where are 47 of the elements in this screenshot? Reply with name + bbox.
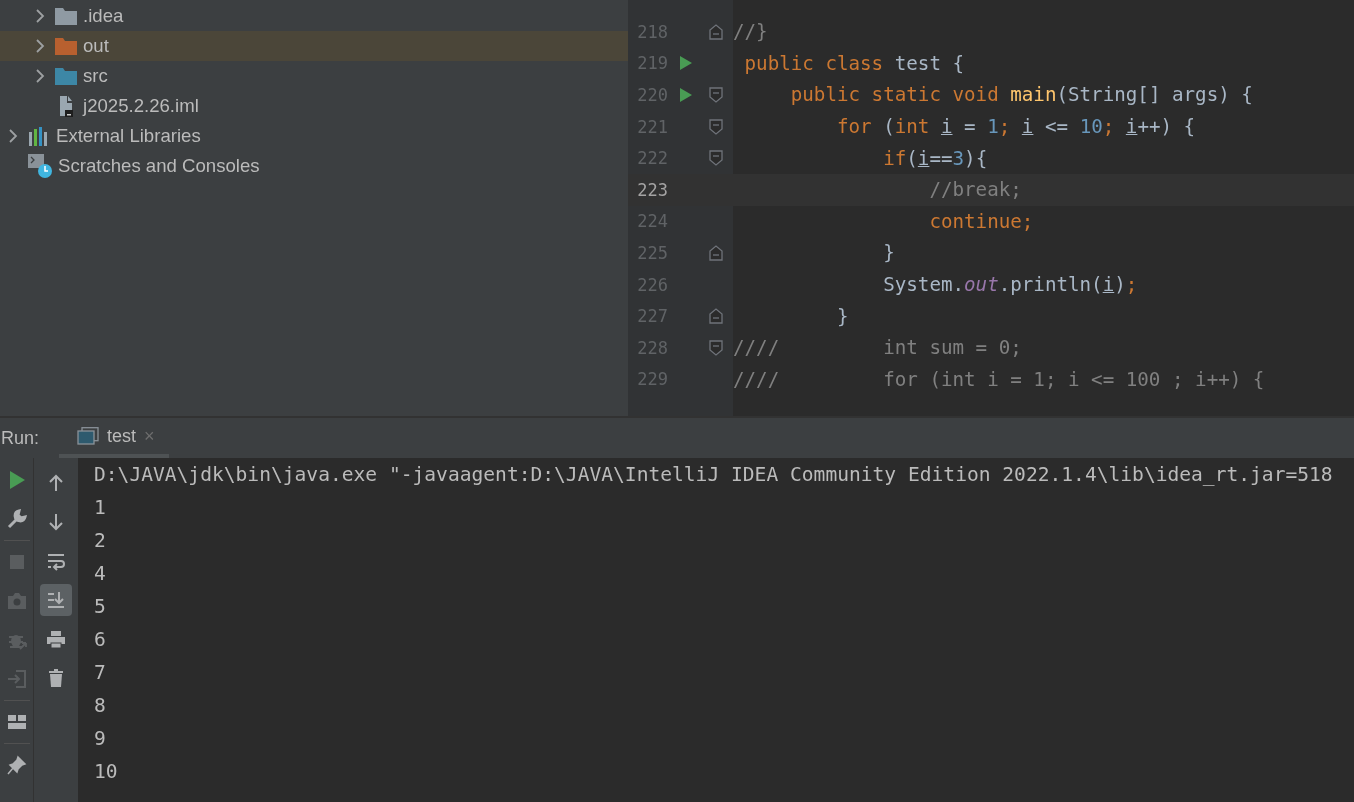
tree-item[interactable]: External Libraries <box>0 121 628 151</box>
run-icon[interactable] <box>680 88 692 102</box>
fold-icon[interactable] <box>709 118 723 135</box>
code-line: System.out.println(i); <box>882 273 1138 297</box>
console-icon <box>77 427 100 445</box>
code-line: //break; <box>928 178 1022 202</box>
fold-icon[interactable] <box>709 150 723 167</box>
code-line: public class test { <box>743 51 965 75</box>
code-line: //// int sum = 0; <box>733 336 1022 360</box>
pin-icon[interactable] <box>6 755 27 775</box>
code-line: if(i==3){ <box>882 146 988 170</box>
code-line: } <box>835 304 849 328</box>
code-line: } <box>882 241 895 265</box>
output-line: 10 <box>94 759 119 785</box>
layout-icon[interactable] <box>6 712 27 732</box>
code-line: //// for (int i = 1; i <= 100 ; i++) { <box>733 367 1265 391</box>
output-line: 4 <box>94 561 107 587</box>
output-line: 5 <box>94 594 107 620</box>
tree-item[interactable]: Scratches and Consoles <box>0 151 628 181</box>
libraries-icon <box>28 126 50 146</box>
output-line: 1 <box>94 495 107 521</box>
output-line: 9 <box>94 726 107 752</box>
chevron-icon[interactable] <box>8 129 18 143</box>
output-line: 7 <box>94 660 107 686</box>
tree-item[interactable]: j2025.2.26.iml <box>0 91 628 121</box>
wrench-icon[interactable] <box>6 509 27 529</box>
output-line: 8 <box>94 693 107 719</box>
run-icon[interactable] <box>680 56 692 71</box>
tree-item[interactable]: .idea <box>0 1 628 31</box>
output-line: 6 <box>94 627 107 653</box>
line-number: 223 <box>636 179 668 200</box>
chevron-icon[interactable] <box>35 69 45 83</box>
tree-item[interactable]: out <box>0 31 628 61</box>
tree-item[interactable]: src <box>0 61 628 91</box>
output-line: D:\JAVA\jdk\bin\java.exe "-javaagent:D:\JAVA\IntelliJ IDEA Community Edition 2022.1.4\lib\idea_rt.jar=518 <box>94 462 1334 488</box>
output-line: 2 <box>94 528 107 554</box>
panel-title: Run: <box>1 427 40 449</box>
chevron-icon[interactable] <box>35 9 45 23</box>
code-line: //} <box>733 20 768 44</box>
code-line: for (int i = 1; i <= 10; i++) { <box>835 115 1196 139</box>
code-line: continue; <box>928 209 1034 233</box>
code-line: public static void main(String[] args) { <box>789 83 1253 107</box>
fold-icon[interactable] <box>709 87 723 103</box>
fold-icon[interactable] <box>709 339 723 356</box>
scratches-icon <box>28 154 52 178</box>
scroll-to-end-icon[interactable] <box>40 584 72 616</box>
chevron-icon[interactable] <box>35 39 45 53</box>
